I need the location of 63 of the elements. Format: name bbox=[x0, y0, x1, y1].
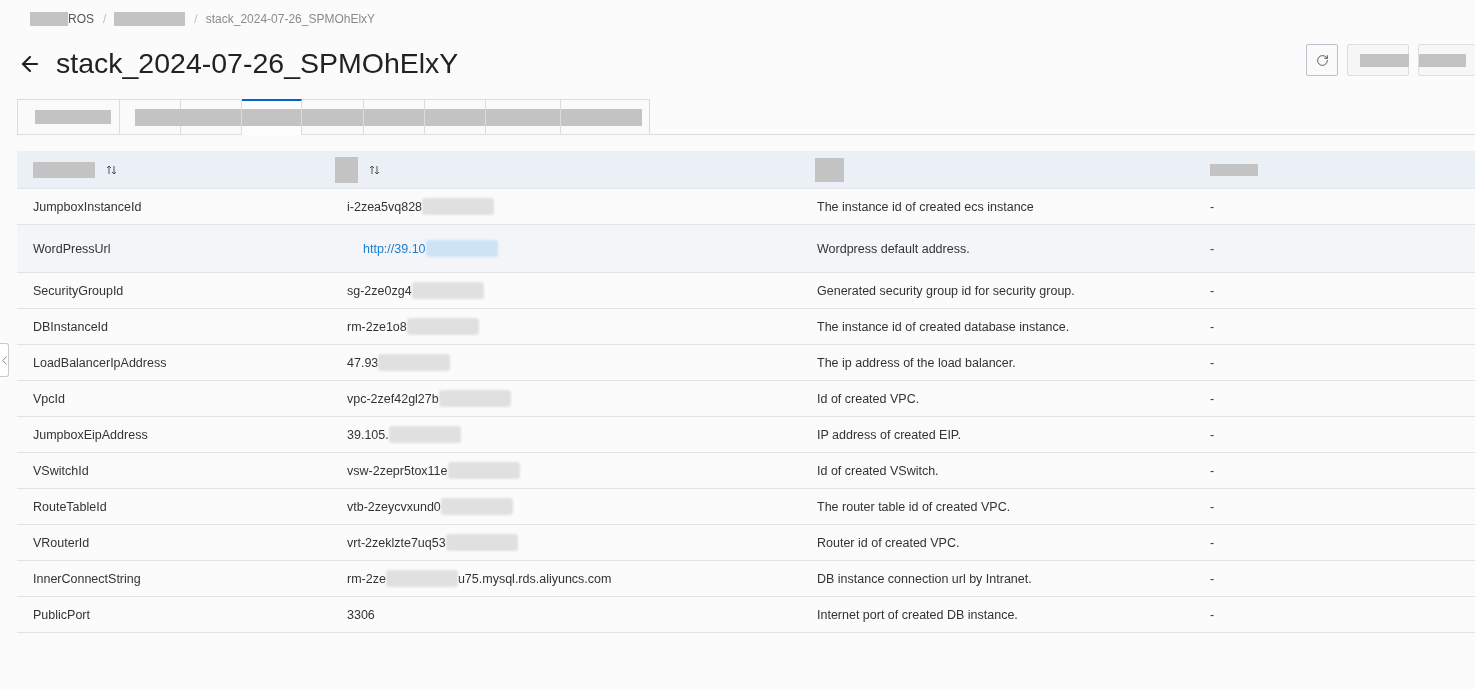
empty-value: - bbox=[1210, 198, 1215, 215]
output-key: VSwitchId bbox=[33, 462, 89, 479]
empty-value: - bbox=[1210, 354, 1215, 371]
output-key: JumpboxEipAddress bbox=[33, 426, 148, 443]
breadcrumb-separator: / bbox=[103, 10, 107, 27]
chevron-left-icon bbox=[1, 355, 7, 365]
output-value: rm-2ze1o8 bbox=[347, 318, 407, 335]
output-description: The ip address of the load balancer. bbox=[817, 354, 1016, 371]
output-description: Id of created VSwitch. bbox=[817, 462, 939, 479]
empty-value: - bbox=[1210, 282, 1215, 299]
page-title: stack_2024-07-26_SPMOhElxY bbox=[56, 47, 460, 80]
empty-value: - bbox=[1210, 534, 1215, 551]
output-key: VpcId bbox=[33, 390, 65, 407]
value-link[interactable]: http://39.10 bbox=[363, 240, 426, 257]
output-description: The router table id of created VPC. bbox=[817, 498, 1011, 515]
output-value: 47.93 bbox=[347, 354, 379, 371]
output-value: vpc-2zef42gl27b bbox=[347, 390, 439, 407]
output-value: vrt-2zeklzte7uq53 bbox=[347, 534, 446, 551]
action-button[interactable] bbox=[1418, 44, 1475, 76]
output-description: The instance id of created database instance. bbox=[817, 318, 1070, 335]
empty-value: - bbox=[1210, 390, 1215, 407]
output-description: Wordpress default address. bbox=[817, 240, 970, 257]
action-button[interactable] bbox=[1347, 44, 1409, 76]
output-description: The instance id of created ecs instance bbox=[817, 198, 1034, 215]
output-key: DBInstanceId bbox=[33, 318, 109, 335]
output-key: WordPressUrl bbox=[33, 240, 111, 257]
breadcrumb-link[interactable]: ROS bbox=[68, 10, 94, 27]
output-description: Internet port of created DB instance. bbox=[817, 606, 1018, 623]
output-value: i-2zea5vq828 bbox=[347, 198, 423, 215]
output-description: IP address of created EIP. bbox=[817, 426, 962, 443]
output-description: Generated security group id for security group. bbox=[817, 282, 1075, 299]
output-description: Router id of created VPC. bbox=[817, 534, 960, 551]
refresh-icon bbox=[1315, 53, 1329, 67]
output-key: RouteTableId bbox=[33, 498, 107, 515]
output-description: Id of created VPC. bbox=[817, 390, 920, 407]
output-key: LoadBalancerIpAddress bbox=[33, 354, 167, 371]
empty-value: - bbox=[1210, 570, 1215, 587]
empty-value: - bbox=[1210, 426, 1215, 443]
output-value: vtb-2zeycvxund0 bbox=[347, 498, 441, 515]
sidebar-toggle[interactable] bbox=[0, 343, 9, 377]
output-value: u75.mysql.rds.aliyuncs.com bbox=[457, 570, 612, 587]
output-value: sg-2ze0zg4 bbox=[347, 282, 412, 299]
output-value: 39.105. bbox=[347, 426, 389, 443]
output-key: JumpboxInstanceId bbox=[33, 198, 142, 215]
empty-value: - bbox=[1210, 606, 1215, 623]
empty-value: - bbox=[1210, 240, 1215, 257]
output-key: VRouterId bbox=[33, 534, 90, 551]
output-value: 3306 bbox=[347, 606, 375, 623]
breadcrumb-separator: / bbox=[194, 10, 198, 27]
empty-value: - bbox=[1210, 498, 1215, 515]
empty-value: - bbox=[1210, 462, 1215, 479]
output-key: SecurityGroupId bbox=[33, 282, 124, 299]
refresh-button[interactable] bbox=[1306, 44, 1338, 76]
sort-icon[interactable] bbox=[370, 164, 379, 175]
tab[interactable] bbox=[242, 99, 302, 135]
output-value: vsw-2zepr5tox11e bbox=[347, 462, 448, 479]
breadcrumb-current: stack_2024-07-26_SPMOhElxY bbox=[205, 10, 376, 27]
output-value: rm-2ze bbox=[347, 570, 386, 587]
output-description: DB instance connection url by Intranet. bbox=[817, 570, 1032, 587]
output-key: PublicPort bbox=[33, 606, 90, 623]
empty-value: - bbox=[1210, 318, 1215, 335]
sort-icon[interactable] bbox=[107, 164, 116, 175]
output-key: InnerConnectString bbox=[33, 570, 141, 587]
